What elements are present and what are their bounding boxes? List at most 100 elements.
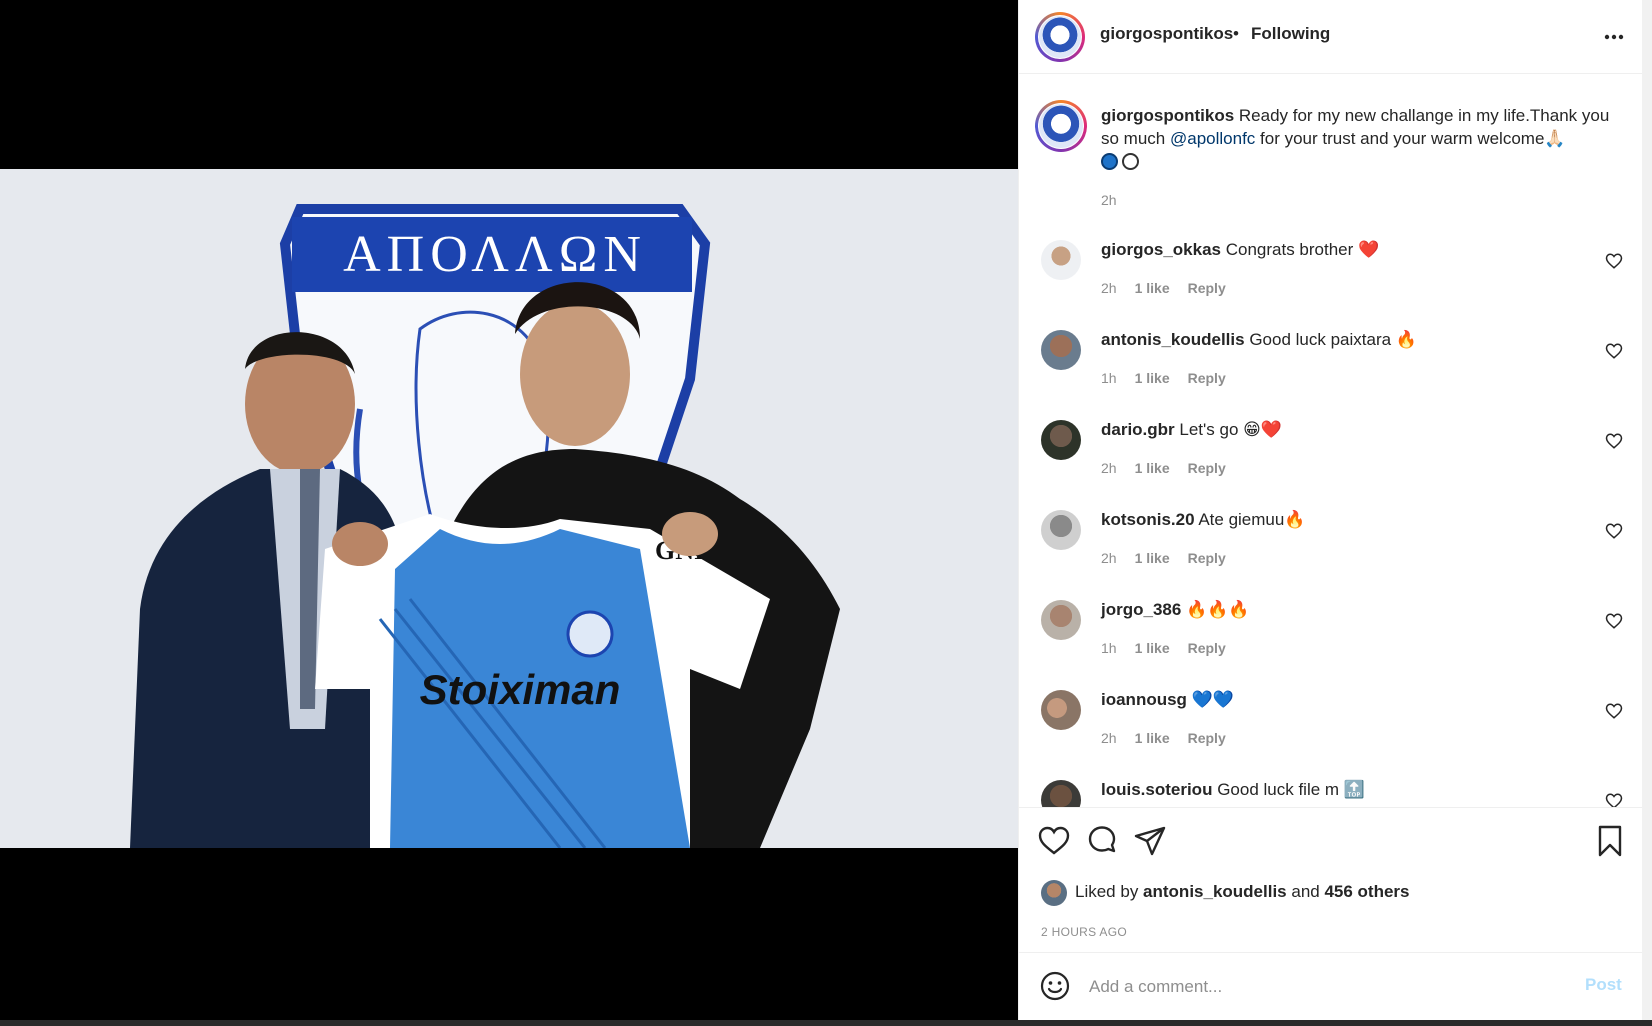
post-photo-illustration: ΑΠΟΛΛΩΝ Stoiximan GNI <box>0 169 1018 848</box>
liked-by-middle: and <box>1286 882 1325 901</box>
comment-likes-link[interactable]: 1 like <box>1135 730 1170 746</box>
comment-likes-link[interactable]: 1 like <box>1135 460 1170 476</box>
add-comment-bar: Post <box>1019 952 1643 1021</box>
comment-text: giorgos_okkas Congrats brother ❤️ <box>1101 240 1379 260</box>
comment-reply-button[interactable]: Reply <box>1188 370 1226 386</box>
commenter-avatar[interactable] <box>1041 780 1081 807</box>
post-side-panel: giorgospontikos • Following giorgosponti… <box>1018 0 1643 1020</box>
comment-reply-button[interactable]: Reply <box>1188 640 1226 656</box>
comment-text: antonis_koudellis Good luck paixtara 🔥 <box>1101 330 1417 350</box>
more-options-icon[interactable] <box>1599 22 1629 52</box>
comment-likes-link[interactable]: 1 like <box>1135 280 1170 296</box>
post-actions: Liked by antonis_koudellis and 456 other… <box>1019 807 1643 953</box>
comment-likes-link[interactable]: 1 like <box>1135 370 1170 386</box>
comment-meta: 2h 1 like Reply <box>1101 730 1244 746</box>
header-separator-dot: • <box>1233 24 1239 43</box>
comment-meta: 2h 1 like Reply <box>1101 280 1244 296</box>
caption-text-after: for your trust and your warm welcome🙏🏻 <box>1255 129 1566 148</box>
comment-time: 1h <box>1101 640 1117 656</box>
author-username[interactable]: giorgospontikos <box>1100 24 1233 44</box>
comment-meta: 2h 1 like Reply <box>1101 460 1244 476</box>
comment-reply-button[interactable]: Reply <box>1188 730 1226 746</box>
comment-item: louis.soteriou Good luck file m 🔝 <box>1019 778 1643 807</box>
commenter-avatar[interactable] <box>1041 510 1081 550</box>
comment-like-heart-icon[interactable] <box>1605 792 1623 807</box>
like-heart-icon[interactable] <box>1037 824 1071 858</box>
comment-like-heart-icon[interactable] <box>1605 342 1623 360</box>
comment-item: jorgo_386 🔥🔥🔥 1h 1 like Reply <box>1019 598 1643 688</box>
add-comment-input[interactable] <box>1087 971 1531 1003</box>
share-paper-plane-icon[interactable] <box>1133 824 1167 858</box>
comment-text: kotsonis.20 Ate giemuu🔥 <box>1101 510 1306 530</box>
comment-username[interactable]: louis.soteriou <box>1101 780 1212 799</box>
crest-text: ΑΠΟΛΛΩΝ <box>343 226 647 283</box>
post-comment-button[interactable]: Post <box>1585 975 1622 995</box>
comment-time: 2h <box>1101 280 1117 296</box>
post-photo[interactable]: ΑΠΟΛΛΩΝ Stoiximan GNI <box>0 169 1018 848</box>
following-button[interactable]: Following <box>1251 24 1330 44</box>
comment-body: 🔥🔥🔥 <box>1181 600 1250 619</box>
comment-text: ioannousg 💙💙 <box>1101 690 1234 710</box>
comment-time: 2h <box>1101 550 1117 566</box>
caption-username[interactable]: giorgospontikos <box>1101 106 1234 125</box>
liked-by-prefix: Liked by <box>1075 882 1144 901</box>
comment-username[interactable]: kotsonis.20 <box>1101 510 1195 529</box>
liked-by-others[interactable]: 456 others <box>1324 882 1409 901</box>
caption-time: 2h <box>1101 192 1117 208</box>
comment-like-heart-icon[interactable] <box>1605 702 1623 720</box>
comment-meta: 2h 1 like Reply <box>1101 550 1244 566</box>
comment-bubble-icon[interactable] <box>1085 824 1119 858</box>
post-timestamp: 2 HOURS AGO <box>1041 925 1127 939</box>
caption-mention-link[interactable]: @apollonfc <box>1170 129 1255 148</box>
liked-by-summary[interactable]: Liked by antonis_koudellis and 456 other… <box>1075 882 1410 902</box>
comment-meta: 1h 1 like Reply <box>1101 370 1244 386</box>
comment-body: Good luck paixtara 🔥 <box>1244 330 1417 349</box>
comment-like-heart-icon[interactable] <box>1605 612 1623 630</box>
comment-username[interactable]: antonis_koudellis <box>1101 330 1245 349</box>
comment-like-heart-icon[interactable] <box>1605 252 1623 270</box>
comment-meta: 1h 1 like Reply <box>1101 640 1244 656</box>
caption-author-avatar[interactable] <box>1035 100 1087 152</box>
comment-time: 1h <box>1101 370 1117 386</box>
comment-username[interactable]: ioannousg <box>1101 690 1187 709</box>
comment-item: antonis_koudellis Good luck paixtara 🔥 1… <box>1019 328 1643 418</box>
comments-list[interactable]: giorgospontikos Ready for my new challan… <box>1019 74 1643 807</box>
liked-by-user[interactable]: antonis_koudellis <box>1143 882 1287 901</box>
comment-likes-link[interactable]: 1 like <box>1135 640 1170 656</box>
commenter-avatar[interactable] <box>1041 240 1081 280</box>
comment-item: giorgos_okkas Congrats brother ❤️ 2h 1 li… <box>1019 238 1643 328</box>
comment-text: louis.soteriou Good luck file m 🔝 <box>1101 780 1365 800</box>
comment-body: Congrats brother ❤️ <box>1221 240 1380 259</box>
author-avatar[interactable] <box>1035 12 1085 62</box>
comment-like-heart-icon[interactable] <box>1605 522 1623 540</box>
background-strip <box>0 1020 1652 1026</box>
comment-body: Let's go 😁❤️ <box>1174 420 1283 439</box>
page-scrollbar[interactable] <box>1642 0 1652 1020</box>
comment-item: dario.gbr Let's go 😁❤️ 2h 1 like Reply <box>1019 418 1643 508</box>
blue-circle-emoji <box>1101 153 1118 170</box>
comment-reply-button[interactable]: Reply <box>1188 550 1226 566</box>
comment-likes-link[interactable]: 1 like <box>1135 550 1170 566</box>
liked-by-avatar[interactable] <box>1041 880 1067 906</box>
comment-item: ioannousg 💙💙 2h 1 like Reply <box>1019 688 1643 778</box>
comment-time: 2h <box>1101 730 1117 746</box>
comment-username[interactable]: jorgo_386 <box>1101 600 1181 619</box>
commenter-avatar[interactable] <box>1041 420 1081 460</box>
save-bookmark-icon[interactable] <box>1593 824 1627 858</box>
post-caption: giorgospontikos Ready for my new challan… <box>1101 104 1611 173</box>
comment-like-heart-icon[interactable] <box>1605 432 1623 450</box>
comment-body: Good luck file m 🔝 <box>1212 780 1365 799</box>
commenter-avatar[interactable] <box>1041 600 1081 640</box>
commenter-avatar[interactable] <box>1041 330 1081 370</box>
comment-body: 💙💙 <box>1186 690 1235 709</box>
comment-reply-button[interactable]: Reply <box>1188 280 1226 296</box>
comment-username[interactable]: dario.gbr <box>1101 420 1175 439</box>
comment-item: kotsonis.20 Ate giemuu🔥 2h 1 like Reply <box>1019 508 1643 598</box>
commenter-avatar[interactable] <box>1041 690 1081 730</box>
comment-username[interactable]: giorgos_okkas <box>1101 240 1221 259</box>
emoji-picker-icon[interactable] <box>1039 970 1071 1002</box>
comment-text: jorgo_386 🔥🔥🔥 <box>1101 600 1250 620</box>
comment-reply-button[interactable]: Reply <box>1188 460 1226 476</box>
shirt-sponsor-text: Stoiximan <box>420 666 621 713</box>
comment-time: 2h <box>1101 460 1117 476</box>
